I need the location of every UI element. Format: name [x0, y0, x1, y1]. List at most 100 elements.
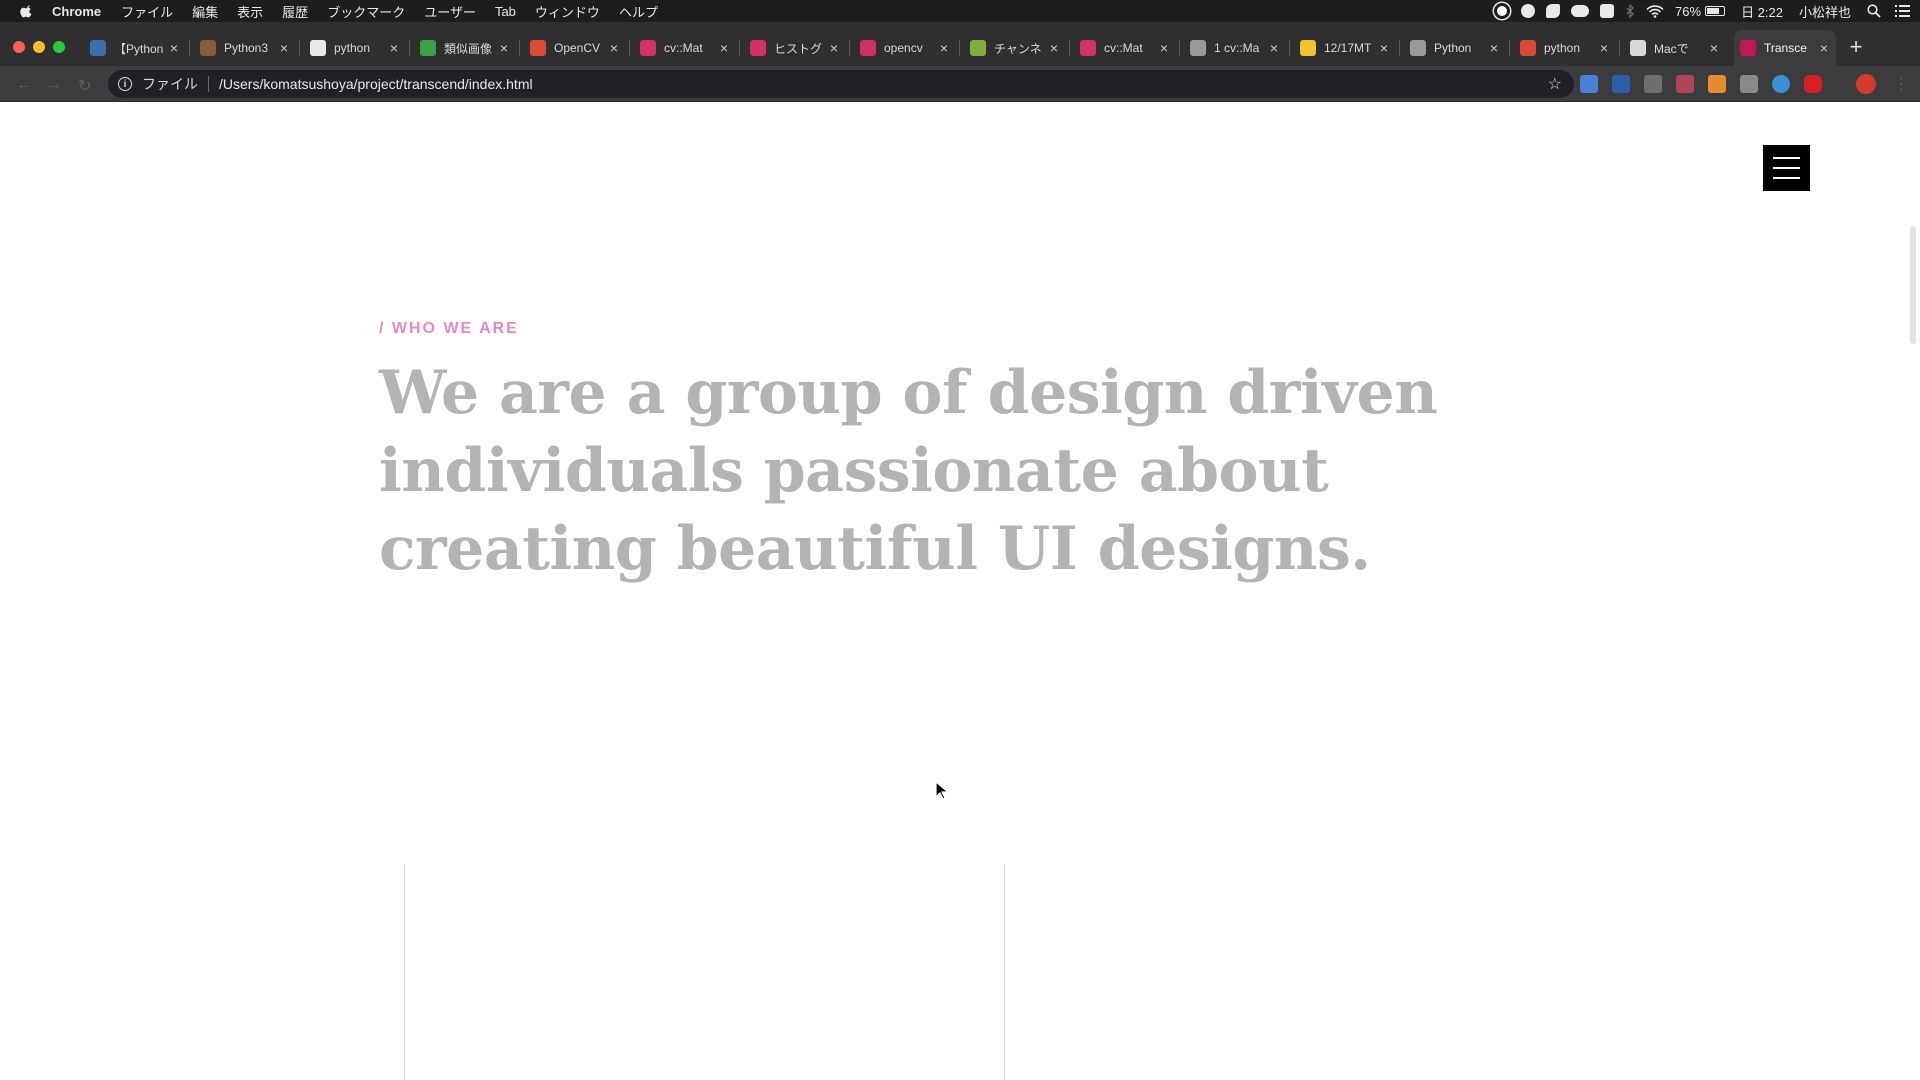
- hamburger-menu-button[interactable]: [1763, 145, 1810, 191]
- back-button[interactable]: ←: [16, 76, 32, 94]
- battery-percent: 76%: [1675, 3, 1702, 19]
- battery-status[interactable]: 76%: [1675, 3, 1726, 19]
- record-icon[interactable]: [1494, 3, 1511, 19]
- menu-bar-line: [1773, 167, 1800, 169]
- clock[interactable]: 日 2:22: [1741, 2, 1783, 21]
- tab-close-icon[interactable]: ×: [1270, 40, 1278, 56]
- gif-extension-icon[interactable]: [1676, 75, 1694, 93]
- tab-favicon-icon: [1300, 40, 1316, 56]
- tab-close-icon[interactable]: ×: [1050, 40, 1058, 56]
- menu-people[interactable]: ユーザー: [424, 2, 476, 21]
- tab[interactable]: Python3 ×: [189, 30, 296, 66]
- translate-extension-icon[interactable]: [1580, 75, 1598, 93]
- grammarly-icon[interactable]: [1521, 4, 1536, 18]
- notification-center-icon[interactable]: [1895, 5, 1910, 17]
- new-tab-button[interactable]: +: [1845, 36, 1867, 58]
- reload-button[interactable]: ↻: [78, 76, 91, 96]
- spotlight-icon[interactable]: [1867, 4, 1881, 18]
- menu-window[interactable]: ウィンドウ: [535, 2, 600, 21]
- tab-close-icon[interactable]: ×: [610, 40, 618, 56]
- input-method-icon[interactable]: [1600, 4, 1615, 18]
- menu-file[interactable]: ファイル: [121, 2, 173, 21]
- bluetooth-icon[interactable]: [1625, 4, 1635, 18]
- tab-title: cv::Mat: [1104, 41, 1143, 55]
- menu-help[interactable]: ヘルプ: [619, 2, 658, 21]
- tab-close-icon[interactable]: ×: [830, 40, 838, 56]
- address-bar[interactable]: i ファイル /Users/komatsushoya/project/trans…: [108, 70, 1574, 98]
- scrollbar-thumb[interactable]: [1910, 226, 1916, 344]
- tab-title: 12/17MT: [1324, 41, 1372, 55]
- tab-favicon-icon: [420, 40, 436, 56]
- profile-avatar[interactable]: [1856, 74, 1876, 94]
- section-eyebrow: / WHO WE ARE: [379, 320, 519, 337]
- chrome-menu-icon[interactable]: ⋮: [1893, 74, 1909, 94]
- youtube-extension-icon[interactable]: [1804, 75, 1822, 93]
- tab[interactable]: python ×: [299, 30, 406, 66]
- site-info-icon[interactable]: i: [118, 77, 132, 91]
- tab-close-icon[interactable]: ×: [280, 40, 288, 56]
- tab[interactable]: opencv ×: [849, 30, 956, 66]
- bookmark-star-icon[interactable]: ☆: [1548, 74, 1562, 94]
- tab-title: 類似画像: [444, 41, 493, 56]
- tab-close-icon[interactable]: ×: [1820, 40, 1828, 56]
- tab-close-icon[interactable]: ×: [940, 40, 948, 56]
- tab[interactable]: チャンネ ×: [959, 30, 1066, 66]
- tab-close-icon[interactable]: ×: [1600, 40, 1608, 56]
- tab[interactable]: cv::Mat ×: [629, 30, 736, 66]
- address-scheme-label: ファイル: [142, 76, 198, 92]
- macos-menu-bar: Chrome ファイル 編集 表示 履歴 ブックマーク ユーザー Tab ウィン…: [0, 0, 1920, 22]
- tab-favicon-icon: [1410, 40, 1426, 56]
- tab-favicon-icon: [1630, 40, 1646, 56]
- zoom-window-button[interactable]: [53, 41, 65, 53]
- tab-favicon-icon: [310, 40, 326, 56]
- wifi-icon[interactable]: [1646, 4, 1664, 18]
- tab-close-icon[interactable]: ×: [1160, 40, 1168, 56]
- tab[interactable]: 類似画像 ×: [409, 30, 516, 66]
- tab-close-icon[interactable]: ×: [1710, 40, 1718, 56]
- close-window-button[interactable]: [13, 41, 25, 53]
- tab[interactable]: Macで ×: [1619, 30, 1726, 66]
- tab-title: チャンネ: [994, 41, 1042, 56]
- minimize-window-button[interactable]: [33, 41, 45, 53]
- tab-active[interactable]: Transce ×: [1734, 30, 1836, 66]
- menu-bar-line: [1773, 177, 1800, 179]
- section-headline: We are a group of design driven individu…: [379, 358, 1438, 584]
- tab[interactable]: OpenCV ×: [519, 30, 626, 66]
- evernote-icon[interactable]: [1546, 4, 1561, 18]
- menu-edit[interactable]: 編集: [192, 2, 218, 21]
- address-url[interactable]: /Users/komatsushoya/project/transcend/in…: [219, 76, 533, 92]
- menu-app-name[interactable]: Chrome: [52, 4, 101, 19]
- menu-tab[interactable]: Tab: [495, 4, 516, 19]
- tab[interactable]: 1 cv::Ma ×: [1179, 30, 1286, 66]
- tab-close-icon[interactable]: ×: [500, 40, 508, 56]
- tab[interactable]: Python ×: [1399, 30, 1506, 66]
- tab-title: Transce: [1764, 41, 1807, 55]
- selenium-extension-icon[interactable]: [1740, 75, 1758, 93]
- tab-title: Python: [1434, 41, 1472, 55]
- tab[interactable]: python ×: [1509, 30, 1616, 66]
- tab[interactable]: cv::Mat ×: [1069, 30, 1176, 66]
- tab-title: ヒストグ: [774, 41, 823, 56]
- dictionary-extension-icon[interactable]: [1612, 75, 1630, 93]
- menu-bookmarks[interactable]: ブックマーク: [327, 2, 405, 21]
- menu-history[interactable]: 履歴: [282, 2, 308, 21]
- tab-close-icon[interactable]: ×: [170, 40, 178, 56]
- screen-capture-extension-icon[interactable]: [1644, 75, 1662, 93]
- tab-close-icon[interactable]: ×: [720, 40, 728, 56]
- tab-title: 【Python: [114, 41, 164, 56]
- menu-view[interactable]: 表示: [237, 2, 263, 21]
- tab[interactable]: ヒストグ ×: [739, 30, 846, 66]
- metamask-extension-icon[interactable]: [1708, 75, 1726, 93]
- creative-cloud-icon[interactable]: [1571, 5, 1590, 17]
- tab-close-icon[interactable]: ×: [1490, 40, 1498, 56]
- tab-title: Python3: [224, 41, 269, 55]
- tab-favicon-icon: [860, 40, 876, 56]
- apple-icon[interactable]: [20, 4, 34, 18]
- tab[interactable]: 【Python ×: [84, 30, 186, 66]
- user-name[interactable]: 小松祥也: [1799, 2, 1851, 21]
- react-devtools-extension-icon[interactable]: [1772, 75, 1790, 93]
- tab-close-icon[interactable]: ×: [1380, 40, 1388, 56]
- forward-button[interactable]: →: [46, 76, 62, 94]
- tab[interactable]: 12/17MT ×: [1289, 30, 1396, 66]
- tab-close-icon[interactable]: ×: [390, 40, 398, 56]
